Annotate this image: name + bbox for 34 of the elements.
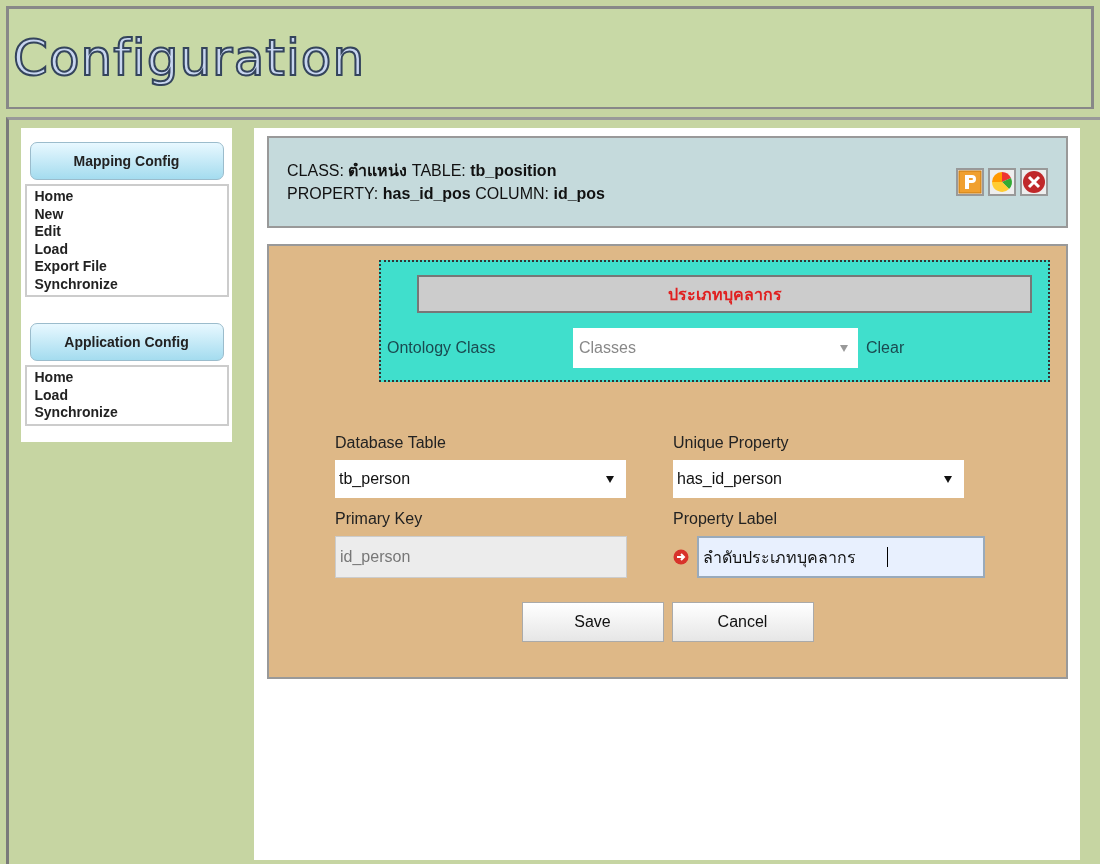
caret-icon (840, 344, 848, 352)
field-label: Ontology Class (387, 339, 497, 357)
page-title: Configuration (13, 29, 366, 87)
menu-link[interactable]: Load (26, 386, 227, 404)
form-button[interactable]: Save (521, 602, 664, 642)
menu-link[interactable]: Load (26, 240, 227, 258)
field-label: Database Table (335, 434, 447, 452)
input-field[interactable]: ลำดับประเภทบุคลากร (697, 536, 985, 578)
select-field[interactable]: has_id_person (673, 460, 964, 498)
info-text: PROPERTY: has_id_pos COLUMN: id_pos (287, 184, 605, 204)
input-field: id_person (335, 536, 627, 578)
section-header[interactable]: Mapping Config (29, 142, 224, 180)
class-heading: ประเภทบุคลากร (417, 275, 1032, 313)
field-label: Unique Property (673, 434, 790, 452)
menu-link[interactable]: Synchronize (26, 275, 227, 293)
menu-link[interactable]: New (26, 205, 227, 223)
info-text: CLASS: ตำแหน่ง TABLE: tb_position (287, 161, 558, 181)
clear-link[interactable]: Clear (866, 339, 905, 357)
menu-link[interactable]: Export File (26, 258, 227, 276)
pie-chart-button[interactable] (988, 168, 1016, 196)
menu-link[interactable]: Home (26, 369, 227, 387)
menu-link[interactable]: Edit (26, 223, 227, 241)
section-header[interactable]: Application Config (29, 323, 224, 361)
menu-link[interactable]: Synchronize (26, 404, 227, 422)
class-select[interactable]: Classes (573, 328, 858, 368)
caret-icon (944, 475, 952, 483)
select-field[interactable]: tb_person (335, 460, 626, 498)
close-button[interactable] (1020, 168, 1048, 196)
field-label: Property Label (673, 510, 779, 528)
form-button[interactable]: Cancel (671, 602, 814, 642)
property-button[interactable] (956, 168, 984, 196)
field-label: Primary Key (335, 510, 424, 528)
menu-link[interactable]: Home (26, 188, 227, 206)
caret-icon (606, 475, 614, 483)
